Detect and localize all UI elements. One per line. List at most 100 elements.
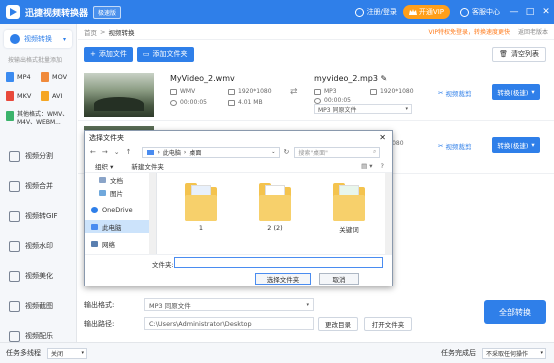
change-dir-button[interactable]: 更改目录: [318, 317, 358, 331]
login-button[interactable]: 注册/登录: [354, 7, 397, 17]
up-arrow-icon[interactable]: ↑: [126, 148, 132, 156]
format-mkv-button[interactable]: MKV: [6, 91, 41, 101]
folder-item[interactable]: 关键词: [313, 181, 385, 234]
format-label: MOV: [52, 73, 68, 81]
dialog-search-input[interactable]: 搜索"桌面" ⌕: [294, 146, 381, 158]
chevron-down-icon: ▾: [306, 301, 309, 308]
sidebar-item-merge[interactable]: 视频合并: [0, 171, 76, 201]
format-mp4-button[interactable]: MP4: [6, 72, 41, 82]
toolbar: + 添加文件 ▭ 添加文件夹 🗑 清空列表: [78, 40, 554, 68]
output-resolution-value: 1920*1080: [380, 88, 414, 95]
video-thumbnail: [84, 73, 154, 117]
source-resolution-value: 1920*1080: [238, 88, 272, 95]
history-chevron-icon[interactable]: ⌄: [114, 148, 120, 156]
select-folder-button[interactable]: 选择文件夹: [255, 273, 311, 285]
output-format-select[interactable]: MP3 同原文件 ▾: [314, 104, 412, 114]
other-formats-button[interactable]: 其他格式：WMV、 M4V、WEBM...: [6, 111, 76, 127]
breadcrumb-home[interactable]: 首页: [84, 27, 97, 37]
address-bar[interactable]: › 此电脑 › 桌面 ⌄: [141, 146, 280, 158]
other-formats-line1: 其他格式：WMV、: [17, 111, 69, 118]
tree-item-documents[interactable]: 文档: [85, 173, 156, 186]
sidebar-item-beautify[interactable]: 视频美化: [0, 261, 76, 291]
forward-arrow-icon[interactable]: →: [102, 148, 108, 156]
dialog-close-button[interactable]: ✕: [379, 133, 386, 142]
video-crop-button[interactable]: ✂ 视频裁剪: [438, 141, 471, 151]
sidebar-item-screenshot[interactable]: 视频截图: [0, 291, 76, 321]
other-file-icon: [6, 111, 14, 121]
add-file-button[interactable]: + 添加文件: [84, 46, 133, 62]
clock-icon: [314, 97, 321, 104]
after-complete-select[interactable]: 不采取任何操作 ▾: [482, 347, 546, 359]
mp4-file-icon: [6, 72, 14, 82]
output-format-label: 输出格式:: [84, 301, 115, 309]
source-size: 4.01 MB: [228, 99, 263, 106]
tree-item-onedrive[interactable]: OneDrive: [85, 203, 156, 216]
service-button[interactable]: 客服中心: [460, 7, 500, 17]
close-button[interactable]: ✕: [538, 0, 554, 24]
folder-name-input[interactable]: [174, 257, 383, 268]
service-label: 客服中心: [472, 8, 500, 16]
format-label: AVI: [52, 92, 63, 100]
sidebar-item-watermark[interactable]: 视频水印: [0, 231, 76, 261]
help-icon[interactable]: ?: [381, 162, 384, 170]
size-icon: [228, 99, 235, 106]
add-folder-button[interactable]: ▭ 添加文件夹: [136, 46, 194, 62]
convert-all-button[interactable]: 全部转换: [484, 300, 546, 324]
tree-scrollbar[interactable]: [149, 173, 156, 254]
vip-button[interactable]: 开通VIP: [402, 5, 450, 19]
open-folder-button[interactable]: 打开文件夹: [364, 317, 412, 331]
convert-button[interactable]: 转换(极速) ▾: [492, 84, 540, 100]
organize-menu[interactable]: 组织 ▾: [95, 161, 113, 171]
beautify-icon: [9, 270, 20, 282]
tree-item-network[interactable]: 网络: [85, 237, 156, 250]
format-avi-button[interactable]: AVI: [41, 91, 76, 101]
old-version-link[interactable]: 返回老版本: [518, 27, 548, 36]
multithread-select[interactable]: 关闭 ▾: [47, 347, 87, 359]
tree-item-this-pc[interactable]: 此电脑: [85, 220, 156, 233]
sidebar-item-gif[interactable]: 视频转GIF: [0, 201, 76, 231]
chevron-down-icon: ▾: [81, 350, 84, 356]
clear-list-button[interactable]: 🗑 清空列表: [492, 46, 546, 62]
dialog-commandbar: 组织 ▾ 新建文件夹 ▤ ▾ ?: [85, 160, 392, 173]
tree-item-label: 此电脑: [102, 223, 122, 232]
new-folder-button[interactable]: 新建文件夹: [131, 161, 164, 171]
output-filename[interactable]: myvideo_2.mp3 ✎: [314, 74, 387, 83]
minimize-button[interactable]: —: [506, 0, 522, 24]
dialog-title: 选择文件夹: [89, 133, 124, 142]
convert-button[interactable]: 转换(极速) ▾: [492, 137, 540, 153]
video-crop-button[interactable]: ✂ 视频裁剪: [438, 88, 471, 98]
folder-field-label: 文件夹:: [152, 261, 174, 269]
maximize-button[interactable]: □: [522, 0, 538, 24]
folder-item[interactable]: 2 (2): [239, 181, 311, 234]
output-filename-value: myvideo_2.mp3: [314, 74, 378, 83]
pencil-icon[interactable]: ✎: [381, 74, 388, 83]
output-resolution: 1920*1080: [370, 88, 414, 95]
output-path-field[interactable]: C:\Users\Administrator\Desktop: [144, 317, 314, 330]
tree-item-pictures[interactable]: 图片: [85, 186, 156, 199]
refresh-icon[interactable]: ↻: [284, 148, 290, 156]
select-folder-dialog: 选择文件夹 ✕ ← → ⌄ ↑ › 此电脑 › 桌面 ⌄ ↻ 搜索"桌面" ⌕ …: [84, 130, 393, 286]
dialog-titlebar: 选择文件夹 ✕: [85, 131, 392, 144]
folder-grid: 1 2 (2) 关键词: [165, 181, 387, 234]
format-mov-button[interactable]: MOV: [41, 72, 76, 82]
sidebar-item-split[interactable]: 视频分割: [0, 141, 76, 171]
view-options-icon[interactable]: ▤ ▾: [361, 162, 372, 170]
sidebar-item-label: 视频截图: [25, 302, 53, 310]
back-arrow-icon[interactable]: ←: [90, 148, 96, 156]
title-bar: 迅捷视频转换器 极速版 注册/登录 开通VIP 客服中心 — □ ✕: [0, 0, 554, 24]
path-segment-pc[interactable]: 此电脑: [163, 148, 181, 157]
cancel-button[interactable]: 取消: [319, 273, 359, 285]
output-format-dropdown[interactable]: MP3 同原文件 ▾: [144, 298, 314, 311]
format-icon: [170, 88, 177, 95]
dialog-body: 文档 图片 OneDrive 此电脑 网络 1 2 (2) 关键词: [85, 173, 392, 254]
music-icon: [9, 330, 20, 342]
files-scrollbar[interactable]: [385, 173, 392, 254]
path-segment-desktop[interactable]: 桌面: [189, 148, 201, 157]
sidebar-item-video-convert[interactable]: 视频转换 ▾: [4, 30, 72, 48]
folder-item[interactable]: 1: [165, 181, 237, 234]
vip-notice-link[interactable]: VIP特权免登录，转换速度更快: [428, 27, 510, 36]
mkv-file-icon: [6, 91, 14, 101]
file-row: MyVideo_2.wmv WMV 1920*1080 00:00:05 4.0…: [78, 69, 554, 121]
app-logo-icon: [6, 5, 20, 19]
folder-icon: [185, 181, 217, 221]
